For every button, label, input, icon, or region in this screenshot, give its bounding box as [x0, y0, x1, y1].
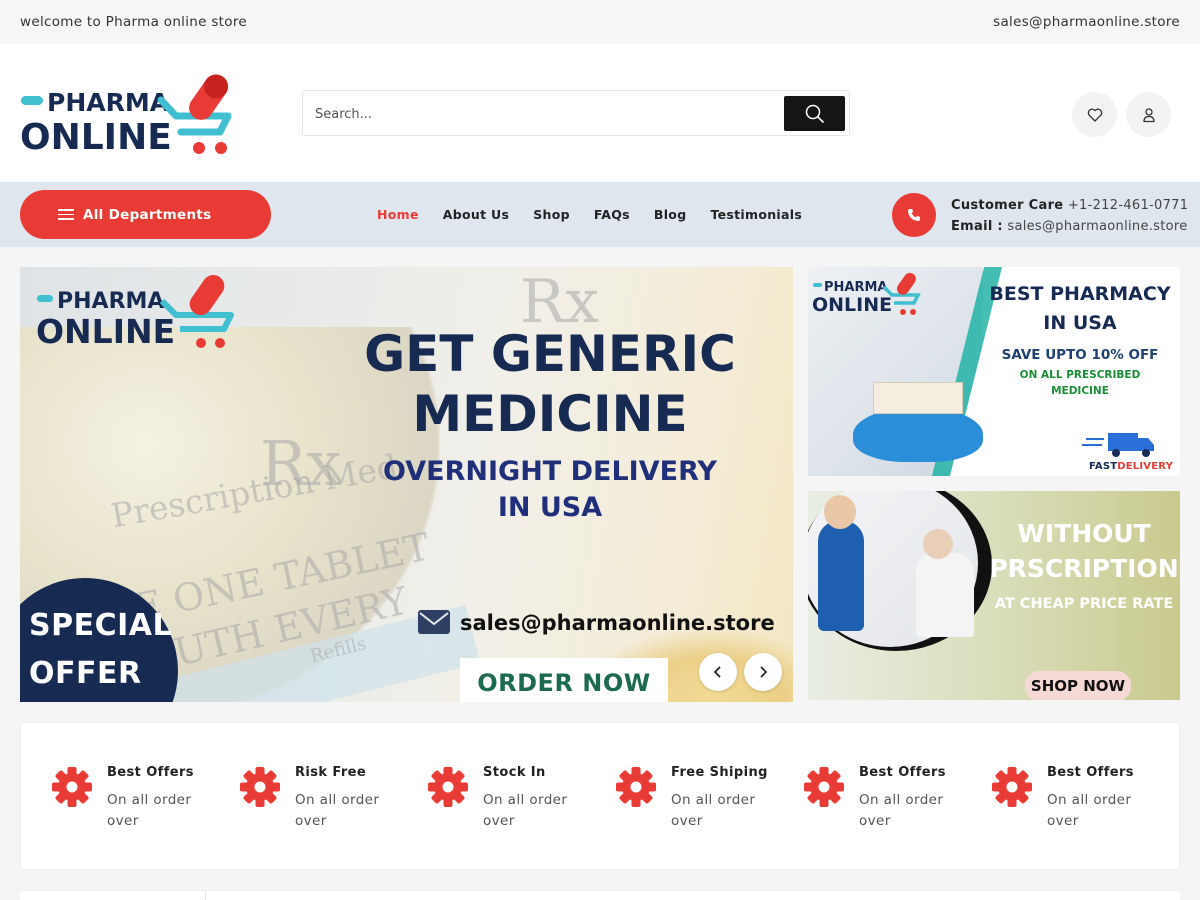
customer-care-label: Customer Care: [951, 198, 1064, 213]
slider-sub-2: IN USA: [497, 492, 603, 523]
slider-headline-1: GET GENERIC: [364, 325, 736, 383]
banner2-sub: AT CHEAP PRICE RATE: [994, 596, 1174, 612]
nav-home[interactable]: Home: [377, 207, 419, 222]
gear-icon: [428, 767, 468, 807]
hero-slider[interactable]: Rx Rx Prescription Med E ONE TABLET UTH …: [20, 267, 793, 702]
feature-title: Stock In: [483, 765, 546, 780]
top-email[interactable]: sales@pharmaonline.store: [993, 14, 1180, 30]
banner1-note-2: MEDICINE: [1051, 385, 1109, 397]
feature-title: Best Offers: [107, 765, 194, 780]
feature-item: Best Offers On all order over: [51, 759, 231, 839]
banner1-title-1: BEST PHARMACY: [989, 283, 1171, 305]
feature-subtitle: On all order over: [671, 792, 756, 829]
menu-icon: [58, 209, 74, 220]
feature-item: Stock In On all order over: [427, 759, 607, 839]
all-departments-button[interactable]: All Departments: [20, 190, 271, 239]
envelope-icon: [418, 610, 450, 634]
feature-title: Risk Free: [295, 765, 367, 780]
slider-logo-line2: ONLINE: [36, 312, 175, 351]
banner1-delivery-word: DELIVERY: [1117, 461, 1174, 472]
heart-icon: [1087, 108, 1102, 122]
slider-sub-1: OVERNIGHT DELIVERY: [383, 456, 717, 487]
gear-icon: [804, 767, 844, 807]
best-pharmacy-banner[interactable]: PHARMA ONLINE BEST PHARMACY IN USA SAVE …: [808, 267, 1180, 476]
main-menu: Home About Us Shop FAQs Blog Testimonial…: [377, 182, 826, 247]
features-strip: Best Offers On all order over Risk Free …: [20, 722, 1180, 870]
slider-next-button[interactable]: [744, 653, 782, 691]
account-button[interactable]: [1126, 92, 1171, 137]
nav-blog[interactable]: Blog: [654, 207, 687, 222]
customer-care-phone[interactable]: +1-212-461-0771: [1068, 198, 1188, 213]
contact-info: Customer Care +1-212-461-0771 Email : sa…: [951, 195, 1188, 237]
wishlist-button[interactable]: [1072, 92, 1117, 137]
banner1-logo-line1: PHARMA: [824, 280, 887, 295]
feature-subtitle: On all order over: [859, 792, 944, 829]
special-offer-line2: OFFER: [29, 656, 142, 691]
slider-prev-button[interactable]: [699, 653, 737, 691]
banner1-delivery-fast: FAST: [1089, 461, 1118, 472]
feature-subtitle: On all order over: [483, 792, 568, 829]
contact-email[interactable]: sales@pharmaonline.store: [1007, 219, 1187, 234]
chevron-left-icon: [713, 666, 721, 678]
search-box: [302, 90, 850, 136]
nav-faqs[interactable]: FAQs: [594, 207, 630, 222]
feature-item: Best Offers On all order over: [803, 759, 983, 839]
banner1-offer: SAVE UPTO 10% OFF: [1001, 347, 1159, 363]
order-now-button[interactable]: ORDER NOW: [460, 658, 668, 702]
feature-title: Best Offers: [859, 765, 946, 780]
site-header: PHARMA ONLINE: [0, 44, 1200, 182]
site-logo[interactable]: PHARMA ONLINE: [20, 70, 236, 160]
phone-icon: [908, 209, 920, 221]
welcome-text: welcome to Pharma online store: [20, 14, 247, 30]
main-nav-bar: All Departments Home About Us Shop FAQs …: [0, 182, 1200, 247]
banner1-note-1: ON ALL PRESCRIBED: [1019, 369, 1141, 381]
feature-subtitle: On all order over: [107, 792, 192, 829]
nav-shop[interactable]: Shop: [533, 207, 570, 222]
next-section-edge: [20, 890, 1180, 900]
feature-item: Risk Free On all order over: [239, 759, 419, 839]
top-bar: welcome to Pharma online store sales@pha…: [0, 0, 1200, 44]
logo-line2: ONLINE: [20, 117, 172, 158]
special-offer-line1: SPECIAL: [29, 608, 173, 643]
nav-testimonials[interactable]: Testimonials: [710, 207, 802, 222]
banner2-title-2: PRSCRIPTION: [989, 554, 1179, 583]
gear-icon: [616, 767, 656, 807]
user-icon: [1142, 107, 1155, 122]
feature-title: Free Shiping: [671, 765, 768, 780]
banner1-title-2: IN USA: [1043, 312, 1117, 334]
delivery-truck-icon: [1082, 433, 1154, 457]
gear-icon: [240, 767, 280, 807]
without-prescription-banner[interactable]: WITHOUT PRSCRIPTION AT CHEAP PRICE RATE …: [808, 491, 1180, 700]
gear-icon: [992, 767, 1032, 807]
shop-now-button[interactable]: SHOP NOW: [1025, 671, 1131, 700]
slider-headline-2: MEDICINE: [412, 385, 688, 443]
banner1-logo: PHARMA ONLINE: [812, 272, 921, 316]
slider-logo: PHARMA ONLINE: [36, 274, 234, 351]
banner1-logo-line2: ONLINE: [812, 294, 892, 316]
slider-logo-line1: PHARMA: [57, 289, 164, 314]
phone-button[interactable]: [892, 193, 936, 237]
search-icon: [805, 104, 824, 123]
feature-subtitle: On all order over: [295, 792, 380, 829]
logo-line1: PHARMA: [47, 88, 170, 117]
feature-item: Free Shiping On all order over: [615, 759, 795, 839]
search-button[interactable]: [784, 96, 845, 131]
gear-icon: [52, 767, 92, 807]
feature-subtitle: On all order over: [1047, 792, 1132, 829]
search-input[interactable]: [315, 103, 775, 125]
slider-email: sales@pharmaonline.store: [460, 611, 775, 635]
feature-item: Best Offers On all order over: [991, 759, 1171, 839]
chevron-right-icon: [760, 666, 768, 678]
banner2-title-1: WITHOUT: [1017, 519, 1151, 548]
email-label: Email :: [951, 219, 1003, 234]
all-departments-label: All Departments: [83, 206, 212, 223]
nav-about-us[interactable]: About Us: [443, 207, 509, 222]
feature-title: Best Offers: [1047, 765, 1134, 780]
